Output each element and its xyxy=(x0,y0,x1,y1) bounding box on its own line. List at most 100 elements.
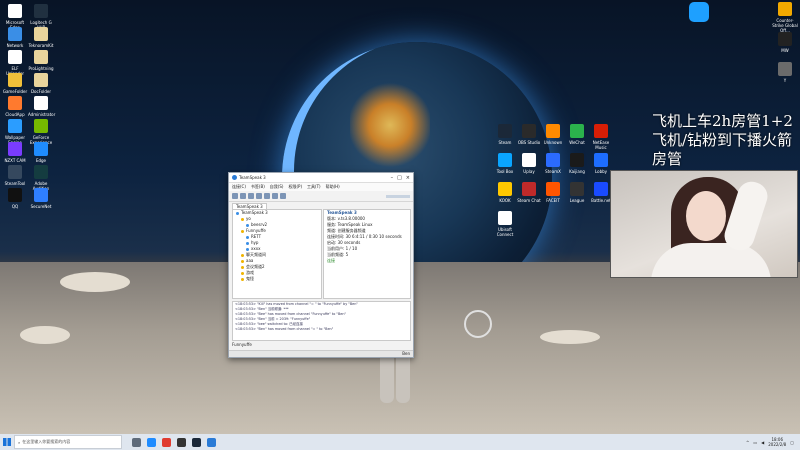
title-bar[interactable]: TeamSpeak 3 – □ × xyxy=(229,173,413,183)
desktop-icon-kook[interactable]: KOOK xyxy=(492,182,518,203)
system-tray: ^ ▭ ◀ 18:06 2022/2/8 ▢ xyxy=(746,437,800,447)
desktop-icon-label: OBS Studio xyxy=(517,140,541,145)
desktop-icon-label: WeChat xyxy=(569,140,585,145)
city-lights xyxy=(350,80,430,170)
close-icon[interactable]: × xyxy=(406,175,410,181)
menu-bar: 连接(C) 书签(B) 自我(S) 权限(P) 工具(T) 帮助(H) xyxy=(229,183,413,191)
connect-icon[interactable] xyxy=(232,193,238,199)
desktop-icon-teknoramkit[interactable]: TeknoramKit xyxy=(28,27,54,48)
chat-log[interactable]: <18:03:53> "Kill" has moved from channel… xyxy=(232,301,411,341)
desktop-icon-tool-box[interactable]: Tool Box xyxy=(492,153,518,174)
minimize-icon[interactable]: – xyxy=(391,175,394,181)
game-icon[interactable] xyxy=(177,437,186,447)
desktop-icon-unknown[interactable]: Unknown xyxy=(540,124,566,145)
desktop-icon-obs-studio[interactable]: OBS Studio xyxy=(516,124,542,145)
desktop-icon-label: Uplay xyxy=(523,169,535,174)
desktop-icon-gamefolder[interactable]: GameFolder xyxy=(2,73,28,94)
desktop-icon-steamx[interactable]: SteamX xyxy=(540,153,566,174)
tree-channel[interactable]: 鬼怪 xyxy=(233,276,321,282)
desktop-icon-counter-strike-global-off[interactable]: Counter-Strike Global Off... xyxy=(772,2,798,33)
maximize-icon[interactable]: □ xyxy=(397,175,402,181)
channel-tree[interactable]: TeamSpeak 3 yo beesrv2 Funnyuffe RETT hyp xxxx… xyxy=(232,209,322,299)
desktop-icon-kaijiang[interactable]: Kaijiang xyxy=(564,153,590,174)
clock-date: 2022/2/8 xyxy=(768,442,787,447)
bookmark-icon[interactable] xyxy=(248,193,254,199)
kaijiang-icon xyxy=(570,153,584,167)
desktop-icon-edge[interactable]: Edge xyxy=(28,142,54,163)
desktop-icon-network[interactable]: Network xyxy=(2,27,28,48)
desktop-icon-s[interactable] xyxy=(686,2,712,24)
channel-icon xyxy=(241,229,244,233)
desktop-icon-label: Edge xyxy=(35,158,47,163)
microsoft-edge-icon xyxy=(8,4,22,18)
edge-icon xyxy=(34,142,48,156)
network-icon[interactable]: ▭ xyxy=(753,440,757,445)
desktop-icon-mw[interactable]: MW xyxy=(772,32,798,53)
desktop-icon-label: Administrator xyxy=(28,112,56,117)
y-icon xyxy=(778,62,792,76)
desktop-icon-label: FACEIT xyxy=(546,198,560,203)
volume-icon[interactable]: ◀ xyxy=(761,440,764,445)
menu-item[interactable]: 书签(B) xyxy=(251,184,265,190)
desktop-icon-netease-music[interactable]: NetEase Music xyxy=(588,124,614,150)
desktop-icon-y[interactable]: Y xyxy=(772,62,798,83)
desktop-icon-prolightning[interactable]: ProLightning xyxy=(28,50,54,71)
desktop-icon-administrator[interactable]: Administrator xyxy=(28,96,56,117)
desktop-icon-label: KOOK xyxy=(499,198,511,203)
task-view-icon[interactable] xyxy=(132,437,141,447)
desktop-icon-cloudapp[interactable]: CloudApp xyxy=(2,96,28,117)
desktop-icon-steam[interactable]: Steam xyxy=(492,124,518,145)
desktop-icon-steam-chat[interactable]: Steam Chat xyxy=(516,182,542,203)
desktop-icon-nzxt-cam[interactable]: NZXT CAM xyxy=(2,142,28,163)
menu-item[interactable]: 工具(T) xyxy=(307,184,321,190)
desktop-icon-faceit[interactable]: FACEIT xyxy=(540,182,566,203)
s-icon xyxy=(689,2,709,22)
lobby-icon xyxy=(594,153,608,167)
desktop-icon-label: MW xyxy=(781,48,789,53)
mute-speaker-icon[interactable] xyxy=(272,193,278,199)
menu-item[interactable]: 权限(P) xyxy=(288,184,302,190)
wallpaper-engine-icon xyxy=(8,119,22,133)
desktop-icon-label: QQ xyxy=(11,204,19,209)
teamspeak-icon[interactable] xyxy=(207,437,216,447)
clock[interactable]: 18:06 2022/2/8 xyxy=(768,437,786,447)
channel-icon xyxy=(241,271,244,275)
away-icon[interactable] xyxy=(256,193,262,199)
desktop-icon-label: League xyxy=(569,198,585,203)
steam-icon xyxy=(498,124,512,138)
channel-icon xyxy=(241,217,244,221)
desktop-icon-wechat[interactable]: WeChat xyxy=(564,124,590,145)
recorder-icon[interactable] xyxy=(162,437,171,447)
mute-mic-icon[interactable] xyxy=(264,193,270,199)
volume-slider[interactable] xyxy=(386,194,410,198)
teamspeak-window[interactable]: TeamSpeak 3 – □ × 连接(C) 书签(B) 自我(S) 权限(P) 工具… xyxy=(228,172,492,358)
desktop-icon-securenet[interactable]: SecureNet xyxy=(28,188,54,209)
user-icon xyxy=(246,235,249,239)
edge-icon[interactable] xyxy=(147,437,156,447)
logitech-g-hub-icon xyxy=(34,4,48,18)
taskbar-search[interactable]: ⌕ 在这里输入你要搜索的内容 xyxy=(14,435,122,449)
desktop-icon-label: SecureNet xyxy=(30,204,52,209)
desktop-icon-label: Network xyxy=(6,43,24,48)
settings-icon[interactable] xyxy=(280,193,286,199)
chat-tab[interactable]: Funnyuffe xyxy=(232,342,252,347)
chat-tab-bar: Funnyuffe xyxy=(232,341,409,348)
chevron-up-icon[interactable]: ^ xyxy=(746,440,749,445)
steam-chat-icon xyxy=(522,182,536,196)
desktop-icon-league[interactable]: League xyxy=(564,182,590,203)
moon-rock xyxy=(60,272,130,292)
menu-item[interactable]: 连接(C) xyxy=(232,184,246,190)
steam-icon[interactable] xyxy=(192,437,201,447)
steamx-icon xyxy=(546,153,560,167)
start-button[interactable] xyxy=(0,434,14,450)
desktop-icon-ubisoft-connect[interactable]: Ubisoft Connect xyxy=(492,211,518,237)
desktop-icon-qq[interactable]: QQ xyxy=(2,188,28,209)
disconnect-icon[interactable] xyxy=(240,193,246,199)
menu-item[interactable]: 帮助(H) xyxy=(326,184,340,190)
desktop-icon-docfolder[interactable]: DocFolder xyxy=(28,73,54,94)
desktop-icon-uplay[interactable]: Uplay xyxy=(516,153,542,174)
search-icon: ⌕ xyxy=(18,439,21,445)
notification-icon[interactable]: ▢ xyxy=(790,440,794,445)
desktop-icon-steamtool[interactable]: SteamTool xyxy=(2,165,28,186)
menu-item[interactable]: 自我(S) xyxy=(270,184,284,190)
